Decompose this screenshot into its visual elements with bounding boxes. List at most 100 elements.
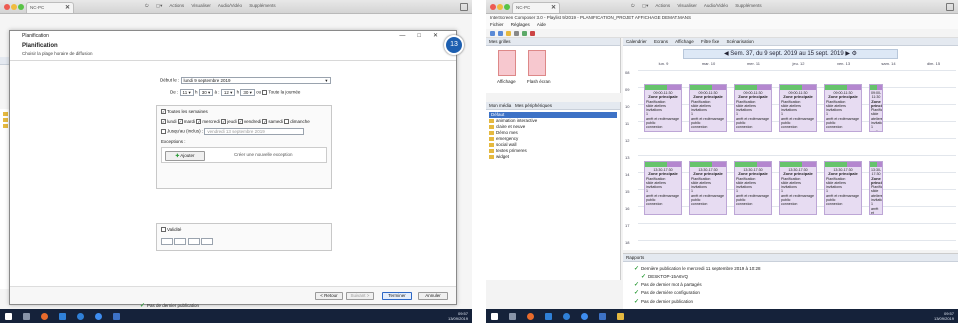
schedule-event[interactable]: 09:00-11:30Zone principalePlanifications… (734, 84, 772, 132)
power-icon[interactable]: ⏻ (145, 3, 149, 8)
until-date-select[interactable]: vendredi 13 septembre 2019 (204, 128, 305, 135)
app-icon[interactable] (41, 312, 48, 320)
window-controls[interactable]: —□✕ (399, 32, 450, 39)
tab-scenario[interactable]: Scénarisation (727, 39, 754, 44)
allweeks-checkbox[interactable]: ✓ (161, 109, 166, 115)
validity-field[interactable] (200, 238, 213, 245)
app-icon[interactable] (59, 312, 66, 320)
left-screenshot: NC-PC ✕ ⏻ ▢▾ Actions Visualiser Audio/Vid… (0, 0, 472, 323)
app-icon[interactable] (545, 312, 552, 320)
menu-audio-video[interactable]: Audio/Vidéo (704, 3, 728, 8)
menu-settings[interactable]: Réglages (511, 22, 530, 27)
schedule-event[interactable]: 13:30-17:30Zone principalePlanifications… (869, 161, 883, 215)
back-icon[interactable] (490, 31, 495, 36)
search-icon[interactable] (509, 312, 516, 320)
validity-field[interactable] (187, 238, 200, 245)
close-dot-icon[interactable] (490, 4, 496, 10)
menu-actions[interactable]: Actions (655, 3, 670, 8)
add-exception-button[interactable]: ✚ Ajouter (165, 151, 205, 161)
browser-tab[interactable]: NC-PC ✕ (512, 2, 560, 13)
to-hour-spinner[interactable]: 12 ▾ (220, 89, 236, 96)
display-icon[interactable]: ▢▾ (642, 3, 649, 8)
cancel-button[interactable]: Annuler (418, 292, 448, 300)
publish-icon[interactable] (522, 31, 527, 36)
close-tab-icon[interactable]: ✕ (65, 4, 70, 11)
close-dot-icon[interactable] (4, 4, 10, 10)
app-icon[interactable] (113, 312, 120, 320)
zoom-dot-icon[interactable] (18, 4, 24, 10)
from-hour-spinner[interactable]: 11 ▾ (179, 89, 194, 96)
to-minute-spinner[interactable]: 30 ▾ (240, 89, 255, 96)
tab-display[interactable]: Affichage (675, 39, 694, 44)
next-week-icon[interactable]: ▶ ⚙ (844, 51, 857, 57)
schedule-event[interactable]: 13:30-17:30Zone principalePlanifications… (689, 161, 727, 215)
search-icon[interactable] (23, 312, 30, 320)
window-mode-icon[interactable] (946, 3, 954, 11)
from-minute-spinner[interactable]: 30 ▾ (198, 89, 214, 96)
app-icon[interactable] (527, 312, 534, 320)
schedule-event[interactable]: 13:30-17:30Zone principalePlanifications… (824, 161, 862, 215)
schedule-event[interactable]: 13:30-17:30Zone principalePlanifications… (734, 161, 772, 215)
menu-audio-video[interactable]: Audio/Vidéo (218, 3, 242, 8)
day-dimanche-checkbox[interactable] (284, 119, 290, 125)
window-mode-icon[interactable] (460, 3, 468, 11)
validity-field[interactable] (174, 238, 187, 245)
until-checkbox[interactable] (161, 129, 166, 134)
tree-item[interactable]: widget (489, 154, 617, 160)
windows-start-icon[interactable] (491, 312, 498, 320)
schedule-event[interactable]: 13:30-17:30Zone principalePlanifications… (779, 161, 817, 215)
menu-help[interactable]: Aide (537, 22, 546, 27)
close-tab-icon[interactable]: ✕ (551, 4, 556, 11)
save-icon[interactable] (514, 31, 519, 36)
tab-screens[interactable]: Ecrans (654, 39, 668, 44)
tab-my-devices[interactable]: Mes périphériques (515, 103, 552, 108)
menu-view[interactable]: Visualiser (191, 3, 210, 8)
app-icon[interactable] (581, 312, 588, 320)
player-thumbnail[interactable] (528, 50, 546, 76)
app-icon[interactable] (77, 312, 84, 320)
players-tab-label[interactable]: Mes grilles (489, 39, 511, 44)
folder-icon[interactable] (506, 31, 511, 36)
minimize-dot-icon[interactable] (11, 4, 17, 10)
schedule-event[interactable]: 09:00-11:30Zone principalePlanifications… (779, 84, 817, 132)
schedule-event[interactable]: 09:00-11:30Zone principalePlanifications… (644, 84, 682, 132)
zoom-dot-icon[interactable] (504, 4, 510, 10)
windows-start-icon[interactable] (5, 312, 12, 320)
minimize-dot-icon[interactable] (497, 4, 503, 10)
app-icon[interactable] (95, 312, 102, 320)
tab-calendar[interactable]: Calendrier (626, 39, 647, 44)
player-thumbnail[interactable] (498, 50, 516, 76)
schedule-event[interactable]: 13:30-17:30Zone principalePlanifications… (644, 161, 682, 215)
allday-checkbox[interactable] (262, 90, 268, 95)
finish-button[interactable]: Terminer (382, 292, 412, 300)
validity-checkbox[interactable] (161, 227, 166, 233)
validity-field[interactable] (161, 238, 173, 245)
app-icon[interactable] (563, 312, 570, 320)
app-icon[interactable] (617, 312, 624, 320)
next-button[interactable]: Suivant > (346, 292, 374, 300)
forward-icon[interactable] (498, 31, 503, 36)
menu-file[interactable]: Fichier (490, 22, 504, 27)
day-jeudi-checkbox[interactable]: ✓ (221, 119, 227, 125)
browser-tab[interactable]: NC-PC ✕ (26, 2, 74, 13)
schedule-event[interactable]: 09:00-11:30Zone principalePlanifications… (689, 84, 727, 132)
day-lundi-checkbox[interactable]: ✓ (161, 119, 166, 125)
menu-extras[interactable]: Suppléments (249, 3, 275, 8)
schedule-event[interactable]: 09:00-11:30Zone principalePlanifications… (869, 84, 883, 132)
day-mardi-checkbox[interactable]: ✓ (177, 119, 183, 125)
menu-view[interactable]: Visualiser (677, 3, 696, 8)
schedule-event[interactable]: 09:00-11:30Zone principalePlanifications… (824, 84, 862, 132)
record-icon[interactable] (530, 31, 535, 36)
back-button[interactable]: < Retour (315, 292, 343, 300)
day-vendredi-checkbox[interactable]: ✓ (237, 119, 243, 125)
menu-actions[interactable]: Actions (169, 3, 184, 8)
day-mercredi-checkbox[interactable]: ✓ (196, 119, 202, 125)
day-samedi-checkbox[interactable]: ✓ (262, 119, 268, 125)
start-date-select[interactable]: lundi 9 septembre 2019 ▾ (180, 77, 331, 84)
tab-my-media[interactable]: Mon média (489, 103, 511, 108)
power-icon[interactable]: ⏻ (631, 3, 635, 8)
menu-extras[interactable]: Suppléments (735, 3, 761, 8)
display-icon[interactable]: ▢▾ (156, 3, 163, 8)
tab-filter[interactable]: Filtre fixe (701, 39, 719, 44)
app-icon[interactable] (599, 312, 606, 320)
